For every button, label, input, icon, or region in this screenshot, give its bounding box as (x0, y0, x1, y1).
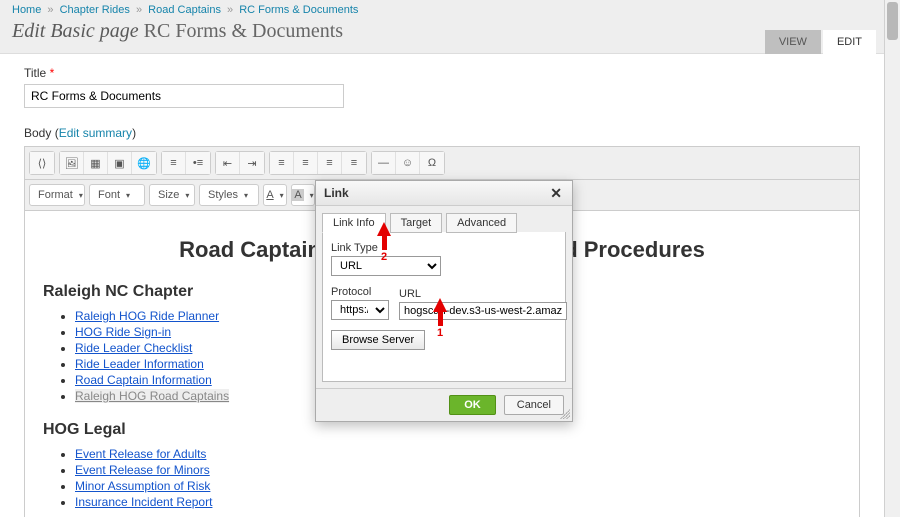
smiley-icon[interactable]: ☺ (396, 152, 420, 174)
breadcrumb-home[interactable]: Home (12, 4, 41, 16)
close-icon[interactable]: ✕ (548, 186, 564, 200)
link-type-label: Link Type (331, 242, 557, 254)
align-right-icon[interactable]: ≡ (318, 152, 342, 174)
breadcrumb: Home » Chapter Rides » Road Captains » R… (12, 4, 872, 20)
size-dropdown[interactable]: Size▾ (149, 184, 195, 206)
browse-server-button[interactable]: Browse Server (331, 330, 425, 350)
breadcrumb-road-captains[interactable]: Road Captains (148, 4, 221, 16)
annotation-arrow-1: 1 (433, 298, 447, 339)
page-title: Edit Basic page RC Forms & Documents (12, 20, 872, 43)
outdent-icon[interactable]: ⇤ (216, 152, 240, 174)
styles-dropdown[interactable]: Styles▾ (199, 184, 259, 206)
body-label: Body (Edit summary) (24, 126, 860, 140)
tab-target[interactable]: Target (390, 213, 443, 233)
bg-color-icon[interactable]: A▾ (291, 184, 315, 206)
hr-icon[interactable]: — (372, 152, 396, 174)
scroll-thumb[interactable] (887, 2, 898, 40)
align-left-icon[interactable]: ≡ (270, 152, 294, 174)
url-label: URL (399, 288, 567, 300)
omega-icon[interactable]: Ω (420, 152, 444, 174)
title-label: Title * (24, 66, 860, 80)
toolbar-row-1: ⟨⟩ 🖼 ▦ ▣ 🌐 ≡ •≡ ⇤ ⇥ (25, 147, 859, 180)
selected-link[interactable]: Raleigh HOG Road Captains (75, 389, 229, 403)
resize-grip[interactable] (560, 409, 570, 419)
edit-summary-link[interactable]: Edit summary (59, 126, 132, 140)
tab-view[interactable]: VIEW (765, 30, 821, 54)
url-input[interactable] (399, 302, 567, 320)
list-item: Event Release for Minors (75, 463, 841, 477)
list-item: Minor Assumption of Risk (75, 479, 841, 493)
format-dropdown[interactable]: Format▾ (29, 184, 85, 206)
globe-icon[interactable]: 🌐 (132, 152, 156, 174)
table-icon[interactable]: ▦ (84, 152, 108, 174)
breadcrumb-chapter-rides[interactable]: Chapter Rides (60, 4, 130, 16)
align-justify-icon[interactable]: ≡ (342, 152, 366, 174)
protocol-label: Protocol (331, 286, 389, 298)
title-input[interactable] (24, 84, 344, 108)
embed-icon[interactable]: ▣ (108, 152, 132, 174)
section-hog-legal-title: HOG Legal (43, 421, 841, 439)
list-item: Insurance Incident Report (75, 495, 841, 509)
dialog-title: Link (324, 186, 349, 200)
dialog-titlebar[interactable]: Link ✕ (316, 181, 572, 206)
vertical-scrollbar[interactable] (884, 0, 900, 517)
align-center-icon[interactable]: ≡ (294, 152, 318, 174)
protocol-select[interactable]: https:// (331, 300, 389, 320)
image-icon[interactable]: 🖼 (60, 152, 84, 174)
tab-edit[interactable]: EDIT (823, 30, 876, 54)
text-color-icon[interactable]: A▾ (263, 184, 287, 206)
numbered-list-icon[interactable]: ≡ (162, 152, 186, 174)
bulleted-list-icon[interactable]: •≡ (186, 152, 210, 174)
dialog-tabs: Link Info Target Advanced (316, 206, 572, 232)
indent-icon[interactable]: ⇥ (240, 152, 264, 174)
annotation-arrow-2: 2 (377, 222, 391, 263)
cancel-button[interactable]: Cancel (504, 395, 564, 415)
list-item: Event Release for Adults (75, 447, 841, 461)
ok-button[interactable]: OK (449, 395, 496, 415)
source-icon[interactable]: ⟨⟩ (30, 152, 54, 174)
font-dropdown[interactable]: Font▾ (89, 184, 145, 206)
top-tabs: VIEW EDIT (765, 30, 876, 54)
breadcrumb-rc-forms[interactable]: RC Forms & Documents (239, 4, 358, 16)
tab-advanced[interactable]: Advanced (446, 213, 517, 233)
